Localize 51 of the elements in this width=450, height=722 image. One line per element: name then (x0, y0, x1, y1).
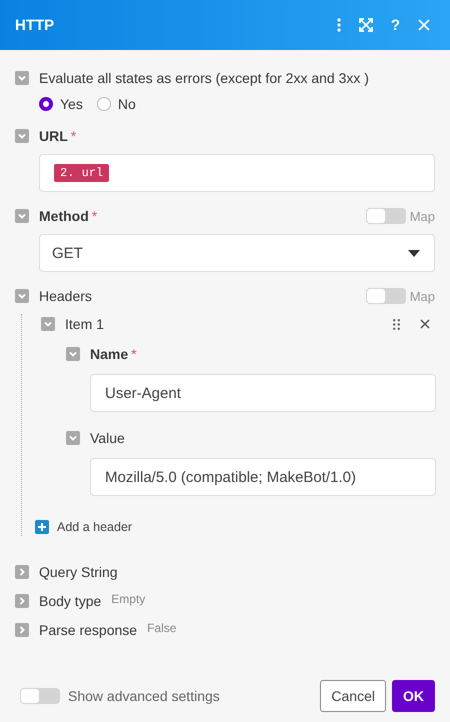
field-label: Headers (39, 288, 92, 304)
field-label: Name (90, 346, 128, 362)
add-header-link[interactable]: Add a header (57, 520, 132, 534)
more-icon[interactable] (336, 18, 341, 32)
collapse-toggle-icon[interactable] (66, 347, 80, 361)
input-field[interactable]: User-Agent (90, 374, 436, 412)
collapse-toggle-icon[interactable] (15, 129, 29, 143)
value-hint: False (147, 621, 176, 635)
collapse-toggle-icon[interactable] (15, 71, 29, 85)
map-toggle[interactable] (366, 208, 406, 224)
input-field[interactable]: Mozilla/5.0 (compatible; MakeBot/1.0) (90, 458, 436, 496)
radio-label: No (118, 96, 136, 112)
radio-button[interactable] (39, 97, 53, 111)
collapse-toggle-icon[interactable] (41, 317, 55, 331)
collapse-toggle-icon[interactable] (15, 289, 29, 303)
required-mark: * (70, 128, 76, 144)
field-label: Value (90, 430, 125, 446)
toggle-label: Show advanced settings (68, 688, 220, 704)
radio-button[interactable] (96, 97, 111, 111)
field-label: URL (39, 128, 68, 144)
drag-handle-icon[interactable] (393, 318, 400, 330)
expand-toggle-icon[interactable] (15, 594, 29, 608)
add-icon[interactable] (35, 520, 49, 534)
ok-button[interactable]: OK (392, 680, 435, 712)
section-label: Body type (39, 593, 102, 609)
expand-toggle-icon[interactable] (15, 623, 29, 637)
map-toggle[interactable] (366, 288, 406, 304)
field-label: Evaluate all states as errors (except for 2xx and 3xx ) (39, 70, 369, 86)
radio-label: Yes (60, 96, 83, 112)
variable-token[interactable]: 2. url (54, 164, 110, 182)
required-mark: * (131, 346, 137, 362)
map-label: Map (410, 208, 435, 224)
method-select[interactable]: GET (39, 234, 435, 272)
section-label: Query String (39, 564, 118, 580)
field-label: Method (39, 208, 89, 224)
cancel-button[interactable]: Cancel (320, 680, 386, 712)
map-label: Map (410, 288, 435, 304)
required-mark: * (92, 208, 98, 224)
expand-icon[interactable] (358, 18, 373, 32)
url-field[interactable]: 2. url (39, 154, 435, 192)
expand-toggle-icon[interactable] (15, 565, 29, 579)
section-label: Parse response (39, 622, 138, 638)
caret-icon (408, 250, 420, 256)
remove-icon[interactable] (420, 319, 430, 329)
collapse-toggle-icon[interactable] (66, 431, 80, 445)
collapse-toggle-icon[interactable] (15, 209, 29, 223)
close-icon[interactable] (418, 19, 430, 31)
advanced-toggle[interactable] (20, 688, 60, 704)
value-hint: Empty (111, 592, 146, 606)
panel-title: HTTP (15, 16, 54, 34)
item-label: Item 1 (65, 316, 104, 332)
